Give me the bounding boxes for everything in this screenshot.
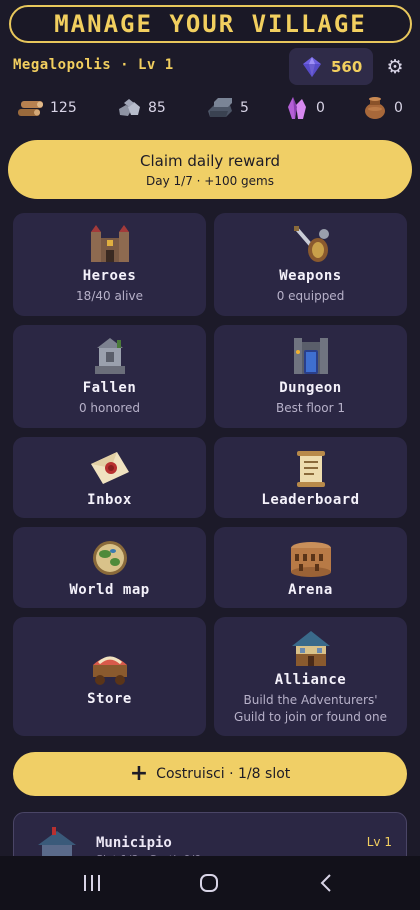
tile-subtitle: Build the Adventurers' Guild to join or …	[234, 692, 387, 724]
plus-icon: +	[129, 761, 149, 786]
tile-inbox[interactable]: Inbox	[13, 437, 206, 518]
building-level: Lv 1	[366, 835, 392, 849]
village-name-level: Megalopolis · Lv 1	[13, 57, 174, 73]
tomb-icon	[94, 338, 125, 374]
dungeon-door-icon	[293, 338, 328, 374]
guild-house-icon	[291, 630, 330, 666]
resource-stone: 85	[116, 92, 166, 124]
gems-value: 560	[331, 57, 363, 76]
tile-title: Dungeon	[279, 380, 342, 396]
build-label: Costruisci · 1/8 slot	[156, 766, 291, 782]
resource-iron: 5	[206, 92, 249, 124]
sword-shield-icon	[293, 226, 329, 262]
tile-subtitle: 0 honored	[78, 401, 140, 415]
map-icon	[92, 540, 127, 575]
title-banner: MANAGE YOUR VILLAGE	[9, 5, 412, 43]
tile-subtitle: 0 equipped	[276, 289, 345, 303]
tile-world-map[interactable]: World map	[13, 527, 206, 608]
resource-value: 125	[50, 100, 77, 116]
tile-heroes[interactable]: Heroes 18/40 alive	[13, 213, 206, 316]
tile-fallen[interactable]: Fallen 0 honored	[13, 325, 206, 428]
iron-ingot-icon	[208, 98, 232, 117]
home-icon[interactable]	[199, 873, 219, 893]
tile-title: Leaderboard	[261, 491, 360, 508]
pot-icon	[365, 97, 385, 119]
tile-store[interactable]: Store	[13, 617, 206, 736]
tile-title: Arena	[288, 581, 333, 598]
recent-apps-icon[interactable]	[82, 874, 102, 892]
tile-alliance[interactable]: Alliance Build the Adventurers' Guild to…	[214, 617, 407, 736]
resource-value: 5	[240, 100, 249, 116]
gear-icon[interactable]: ⚙	[384, 56, 406, 78]
resource-crystal: 0	[286, 92, 325, 124]
page-title: MANAGE YOUR VILLAGE	[54, 10, 367, 38]
tile-title: Fallen	[82, 380, 137, 396]
wagon-icon	[92, 656, 127, 685]
wood-logs-icon	[18, 101, 43, 116]
resource-value: 85	[148, 100, 166, 116]
envelope-icon	[90, 451, 129, 484]
tile-arena[interactable]: Arena	[214, 527, 407, 608]
tile-title: Alliance	[274, 671, 347, 688]
claim-subtitle: Day 1/7 · +100 gems	[146, 173, 274, 188]
tile-weapons[interactable]: Weapons 0 equipped	[214, 213, 407, 316]
crystal-icon	[288, 97, 306, 119]
stone-icon	[119, 99, 140, 116]
colosseum-icon	[290, 541, 331, 577]
tile-title: Inbox	[87, 491, 132, 508]
tile-subtitle: 18/40 alive	[76, 289, 143, 303]
tile-title: Heroes	[82, 268, 137, 284]
build-button[interactable]: + Costruisci · 1/8 slot	[13, 752, 407, 796]
resource-wood: 125	[16, 92, 77, 124]
tile-dungeon[interactable]: Dungeon Best floor 1	[214, 325, 407, 428]
tile-leaderboard[interactable]: Leaderboard	[214, 437, 407, 518]
resources-bar: 125 85 5 0 0	[12, 92, 412, 124]
building-name: Municipio	[96, 835, 172, 851]
claim-title: Claim daily reward	[139, 151, 281, 170]
tile-subtitle: Best floor 1	[275, 401, 345, 415]
tile-title: Weapons	[279, 268, 342, 284]
tile-title: Store	[87, 690, 132, 707]
claim-daily-reward-button[interactable]: Claim daily reward Day 1/7 · +100 gems	[8, 140, 412, 199]
scroll-icon	[296, 450, 325, 487]
resource-food: 0	[362, 92, 403, 124]
gems-counter[interactable]: 560	[289, 48, 373, 85]
gem-icon	[303, 56, 321, 77]
resource-value: 0	[394, 100, 403, 116]
castle-icon	[90, 225, 129, 262]
back-icon[interactable]	[318, 873, 334, 893]
tile-title: World map	[69, 581, 150, 598]
resource-value: 0	[316, 100, 325, 116]
system-nav-bar	[0, 856, 420, 910]
